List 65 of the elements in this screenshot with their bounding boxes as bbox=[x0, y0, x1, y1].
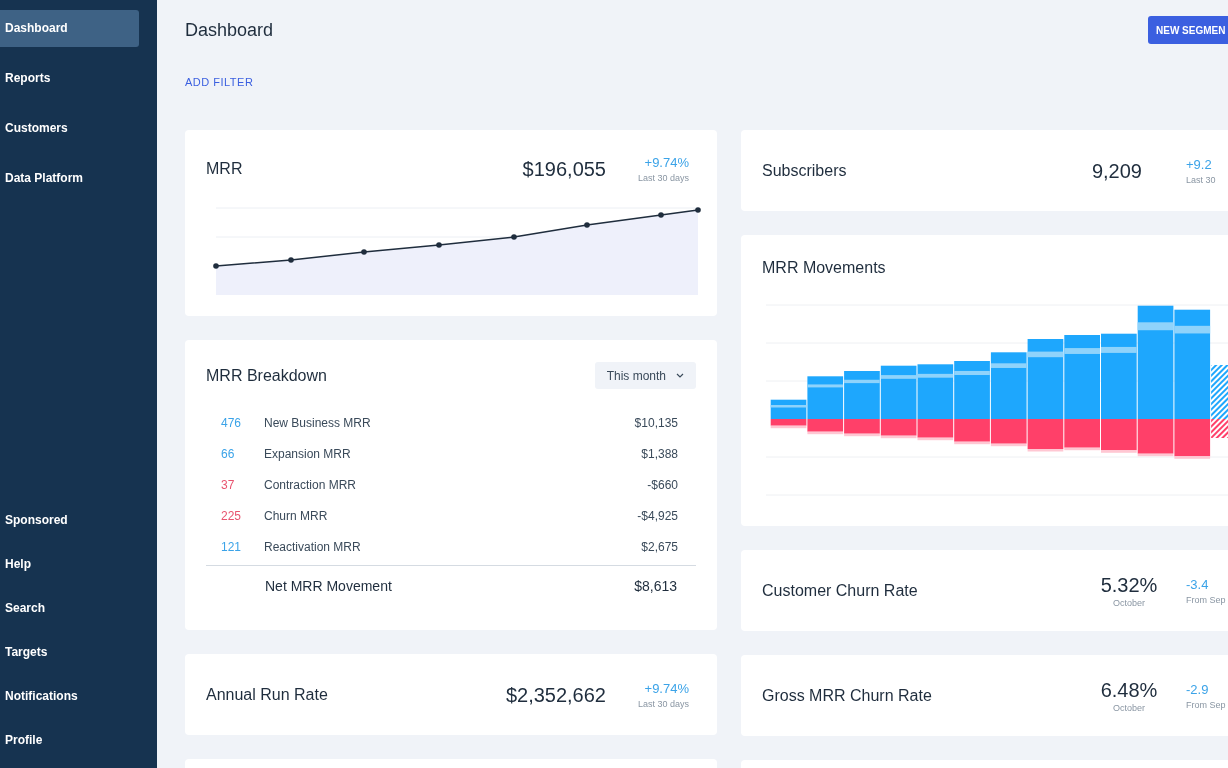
row-count: 121 bbox=[220, 539, 243, 556]
sidebar-item[interactable]: Dashboard bbox=[0, 10, 139, 47]
value-period: October bbox=[1113, 701, 1145, 714]
data-point bbox=[361, 249, 367, 255]
new-segment-button[interactable]: NEW SEGMEN bbox=[1148, 16, 1228, 44]
row-label: Reactivation MRR bbox=[264, 539, 362, 556]
change-percent: +9.2 bbox=[1186, 155, 1212, 174]
row-value: $10,135 bbox=[634, 415, 679, 432]
data-point bbox=[658, 212, 664, 218]
card-title: MRR Movements bbox=[762, 258, 887, 278]
change-period: From Sep bbox=[1186, 593, 1226, 606]
card-title: Gross MRR Churn Rate bbox=[762, 685, 933, 706]
row-value: -$660 bbox=[647, 477, 679, 494]
page-title: Dashboard bbox=[185, 19, 274, 42]
data-point bbox=[584, 222, 590, 228]
row-count: 225 bbox=[220, 508, 243, 525]
card-title: MRR bbox=[206, 159, 244, 179]
period-dropdown[interactable]: This month bbox=[594, 362, 696, 389]
change-percent: +9.74% bbox=[644, 154, 689, 172]
add-filter-link[interactable]: ADD FILTER bbox=[185, 76, 254, 88]
metric-value: 6.48% bbox=[1100, 677, 1158, 702]
stacked-bar bbox=[844, 371, 880, 437]
change-period: Last 30 days bbox=[637, 172, 689, 184]
value-period: October bbox=[1113, 596, 1145, 609]
metric-value: $2,352,662 bbox=[505, 682, 606, 707]
sidebar-item[interactable]: Notifications bbox=[0, 684, 139, 708]
row-value: -$4,925 bbox=[637, 508, 679, 525]
row-value: $1,388 bbox=[641, 446, 679, 463]
data-point bbox=[436, 242, 442, 248]
sidebar-item[interactable]: Profile bbox=[0, 728, 139, 752]
chevron-down-icon bbox=[676, 373, 684, 378]
data-point bbox=[213, 263, 219, 269]
row-label: New Business MRR bbox=[264, 415, 372, 432]
metric-value: $196,055 bbox=[522, 157, 606, 181]
row-label: Expansion MRR bbox=[264, 446, 352, 463]
row-value: $2,675 bbox=[641, 539, 679, 556]
row-count: 66 bbox=[220, 446, 236, 463]
total-label: Net MRR Movement bbox=[264, 576, 393, 596]
row-label: Contraction MRR bbox=[264, 477, 358, 494]
sidebar-item[interactable]: Search bbox=[0, 596, 139, 620]
change-period: Last 30 days bbox=[637, 697, 689, 710]
sidebar-item[interactable]: Targets bbox=[0, 640, 139, 664]
card-title: Subscribers bbox=[762, 160, 848, 181]
data-point bbox=[511, 234, 517, 240]
sidebar-item[interactable]: Help bbox=[0, 552, 139, 576]
change-period: Last 30 bbox=[1186, 173, 1216, 186]
card-title: Customer Churn Rate bbox=[762, 580, 919, 601]
row-count: 37 bbox=[220, 477, 236, 494]
sidebar-item[interactable]: Sponsored bbox=[0, 508, 139, 532]
row-label: Churn MRR bbox=[264, 508, 329, 525]
data-point bbox=[695, 207, 701, 213]
data-point bbox=[288, 257, 294, 263]
sidebar-item[interactable]: Customers bbox=[0, 110, 139, 147]
change-period: From Sep bbox=[1186, 698, 1226, 711]
row-count: 476 bbox=[220, 415, 243, 432]
card-title: Annual Run Rate bbox=[206, 684, 329, 705]
change-percent: -2.9 bbox=[1186, 680, 1209, 699]
card-title: MRR Breakdown bbox=[206, 365, 327, 386]
sidebar-item[interactable]: Data Platform bbox=[0, 160, 139, 197]
change-percent: -3.4 bbox=[1186, 575, 1209, 594]
metric-value: 9,209 bbox=[1091, 158, 1142, 183]
total-value: $8,613 bbox=[634, 576, 678, 596]
sidebar-item[interactable]: Reports bbox=[0, 60, 139, 97]
metric-value: 5.32% bbox=[1100, 572, 1158, 597]
change-percent: +9.74% bbox=[644, 679, 689, 698]
